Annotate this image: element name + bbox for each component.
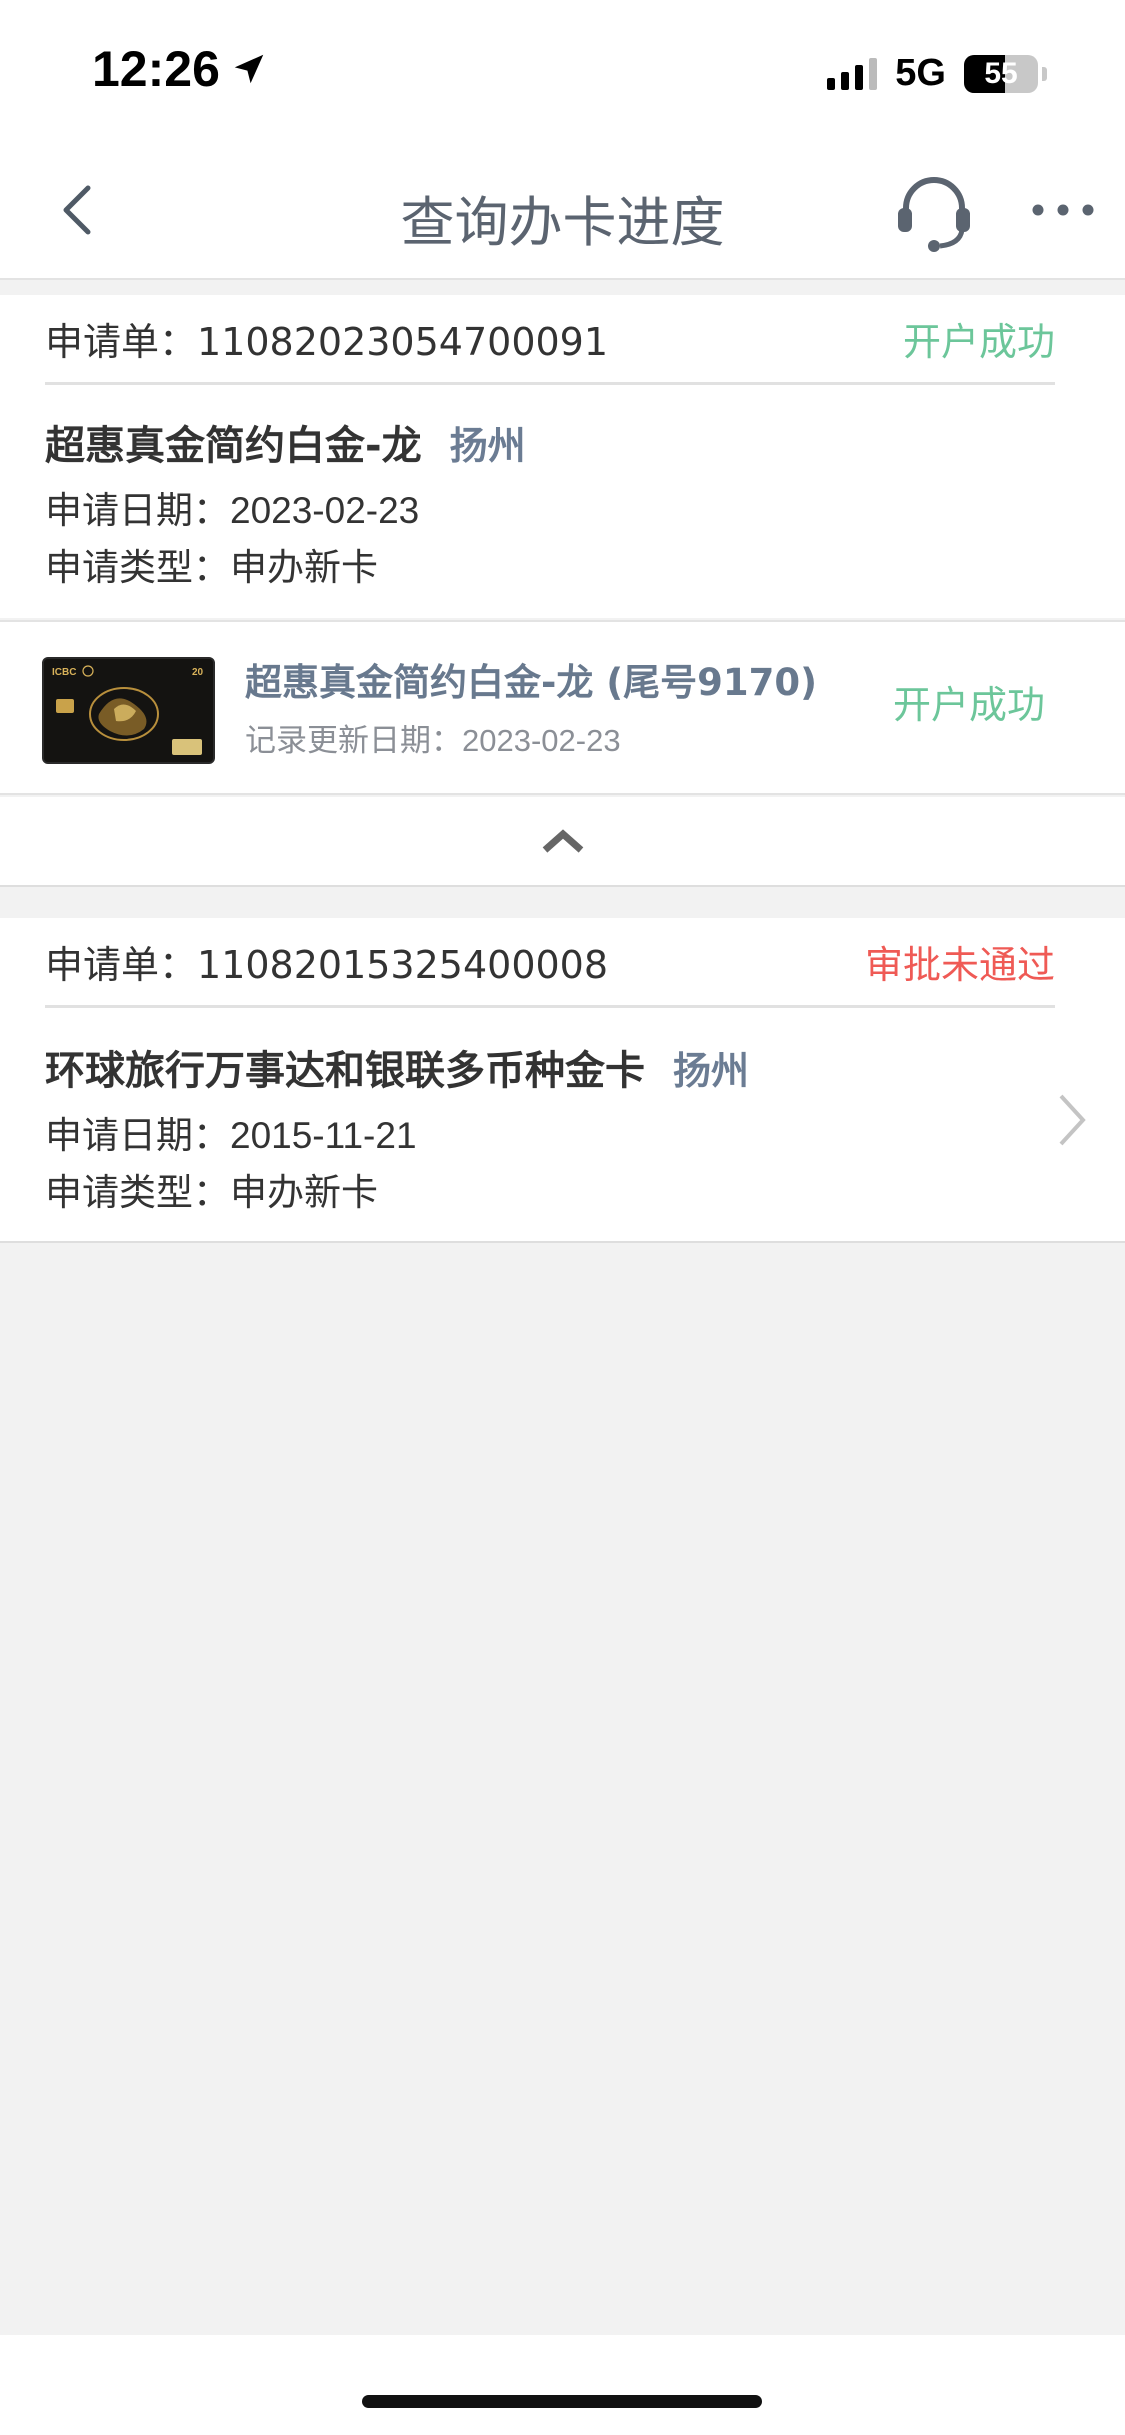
card-city: 扬州 [673, 1049, 750, 1093]
application-date-label: 申请日期： [45, 489, 230, 532]
status-time: 12:26 [92, 40, 268, 98]
application-number-row: 申请单：11082015325400008 审批未通过 [45, 918, 1055, 1008]
application-type-label: 申请类型： [45, 1171, 230, 1214]
time-text: 12:26 [92, 41, 220, 97]
application-type-label: 申请类型： [45, 546, 230, 589]
chevron-right-icon [1059, 1094, 1086, 1146]
customer-service-headset-icon[interactable] [890, 168, 978, 256]
collapse-toggle[interactable] [0, 797, 1125, 887]
record-update-label: 记录更新日期： [245, 723, 462, 759]
card-image: ICBC 20 [44, 659, 213, 762]
application-number-label: 申请单： [45, 943, 198, 987]
battery-tip [1042, 66, 1047, 81]
card-thumbnail: ICBC 20 [42, 657, 215, 764]
battery-icon: 55 [964, 54, 1038, 93]
nav-bar: 查询办卡进度 [0, 140, 1125, 280]
application-date-value: 2015-11-21 [230, 1115, 417, 1156]
application-type: 申请类型：申办新卡 [45, 1162, 378, 1216]
application-date: 申请日期：2023-02-23 [45, 480, 419, 534]
application-type-value: 申办新卡 [230, 546, 378, 589]
network-type: 5G [895, 52, 946, 94]
more-options-icon[interactable] [1028, 180, 1098, 240]
location-arrow-icon [234, 54, 264, 84]
application-number: 申请单：11082023054700091 [45, 311, 608, 366]
record-update-value: 2023-02-23 [462, 723, 621, 758]
card-badge-text: 20 [192, 667, 204, 678]
card-name: 环球旅行万事达和银联多币种金卡 [45, 1048, 645, 1094]
application-date-value: 2023-02-23 [230, 490, 420, 531]
card-name-row: 超惠真金简约白金-龙 扬州 [45, 413, 526, 471]
screen: 12:26 5G 55 查询办卡进度 申请单：11082023054700091… [0, 0, 1125, 2435]
application-status: 审批未通过 [864, 943, 1055, 987]
application-number-value: 11082015325400008 [197, 943, 609, 987]
signal-icon [827, 57, 878, 90]
application-type-value: 申办新卡 [230, 1171, 378, 1214]
application-card[interactable]: 申请单：11082015325400008 审批未通过 环球旅行万事达和银联多币… [0, 918, 1125, 1243]
issued-card-item[interactable]: ICBC 20 超惠真金简约白金-龙 (尾号9170) 记录更新日期：2023-… [0, 620, 1125, 795]
issued-card-name: 超惠真金简约白金-龙 (尾号9170) [245, 661, 818, 704]
application-card: 申请单：11082023054700091 开户成功 超惠真金简约白金-龙 扬州… [0, 295, 1125, 618]
battery-level: 55 [984, 56, 1018, 90]
issued-card-status: 开户成功 [892, 683, 1045, 727]
application-date-label: 申请日期： [45, 1114, 230, 1157]
home-indicator[interactable] [362, 2395, 762, 2408]
application-type: 申请类型：申办新卡 [45, 537, 378, 591]
application-status: 开户成功 [902, 320, 1055, 364]
chevron-up-icon [542, 829, 583, 853]
application-number: 申请单：11082015325400008 [45, 934, 608, 989]
record-update-date: 记录更新日期：2023-02-23 [245, 715, 621, 760]
application-date: 申请日期：2015-11-21 [45, 1105, 417, 1159]
status-right: 5G 55 [827, 52, 1047, 95]
card-name-row: 环球旅行万事达和银联多币种金卡 扬州 [45, 1038, 749, 1096]
card-name: 超惠真金简约白金-龙 [45, 423, 422, 469]
application-number-label: 申请单： [45, 320, 198, 364]
card-city: 扬州 [449, 424, 526, 468]
application-number-row: 申请单：11082023054700091 开户成功 [45, 295, 1055, 385]
status-bar: 12:26 5G 55 [0, 0, 1125, 140]
bottom-safe-area [0, 2335, 1125, 2435]
application-number-value: 11082023054700091 [197, 320, 609, 364]
card-brand-text: ICBC [52, 667, 76, 678]
